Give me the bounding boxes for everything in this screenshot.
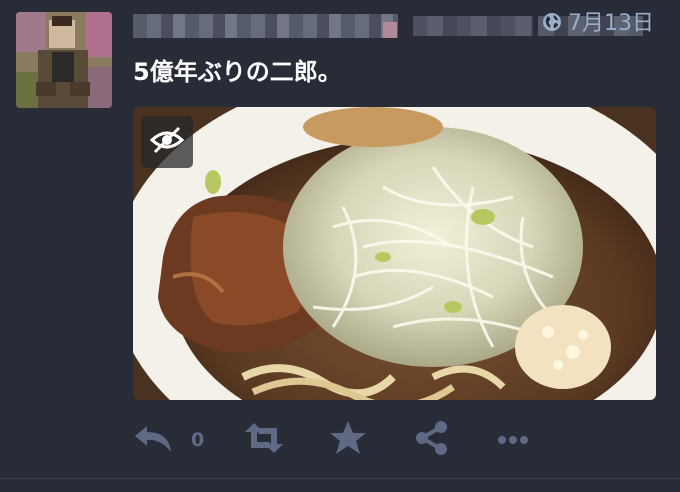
status-meta: 7月13日: [542, 12, 654, 36]
status-content: 5億年ぶりの二郎。: [133, 58, 342, 86]
share-icon: [414, 420, 450, 460]
avatar[interactable]: [16, 12, 112, 108]
retweet-icon: [243, 422, 285, 458]
status-divider: [0, 478, 680, 479]
reply-count: 0: [191, 429, 205, 451]
media-visibility-toggle[interactable]: [141, 116, 193, 168]
display-name-redacted[interactable]: [133, 14, 398, 38]
reply-button[interactable]: 0: [133, 420, 204, 460]
status-card: 7月13日 5億年ぶりの二郎。 0: [0, 0, 680, 492]
reply-icon: [133, 422, 175, 458]
more-options-button[interactable]: [497, 420, 529, 460]
star-icon: [329, 420, 367, 460]
status-action-bar: 0: [133, 420, 673, 460]
redaction-pixel: [383, 22, 397, 38]
share-button[interactable]: [414, 420, 450, 460]
eye-slash-icon: [149, 126, 185, 158]
ellipsis-icon: [497, 431, 529, 450]
boost-button[interactable]: [243, 420, 285, 460]
media-attachment-image[interactable]: [133, 107, 656, 400]
account-handle-redacted[interactable]: [413, 16, 533, 36]
timestamp-link[interactable]: 7月13日: [568, 12, 654, 36]
favourite-button[interactable]: [329, 420, 367, 460]
globe-icon: [542, 12, 562, 36]
